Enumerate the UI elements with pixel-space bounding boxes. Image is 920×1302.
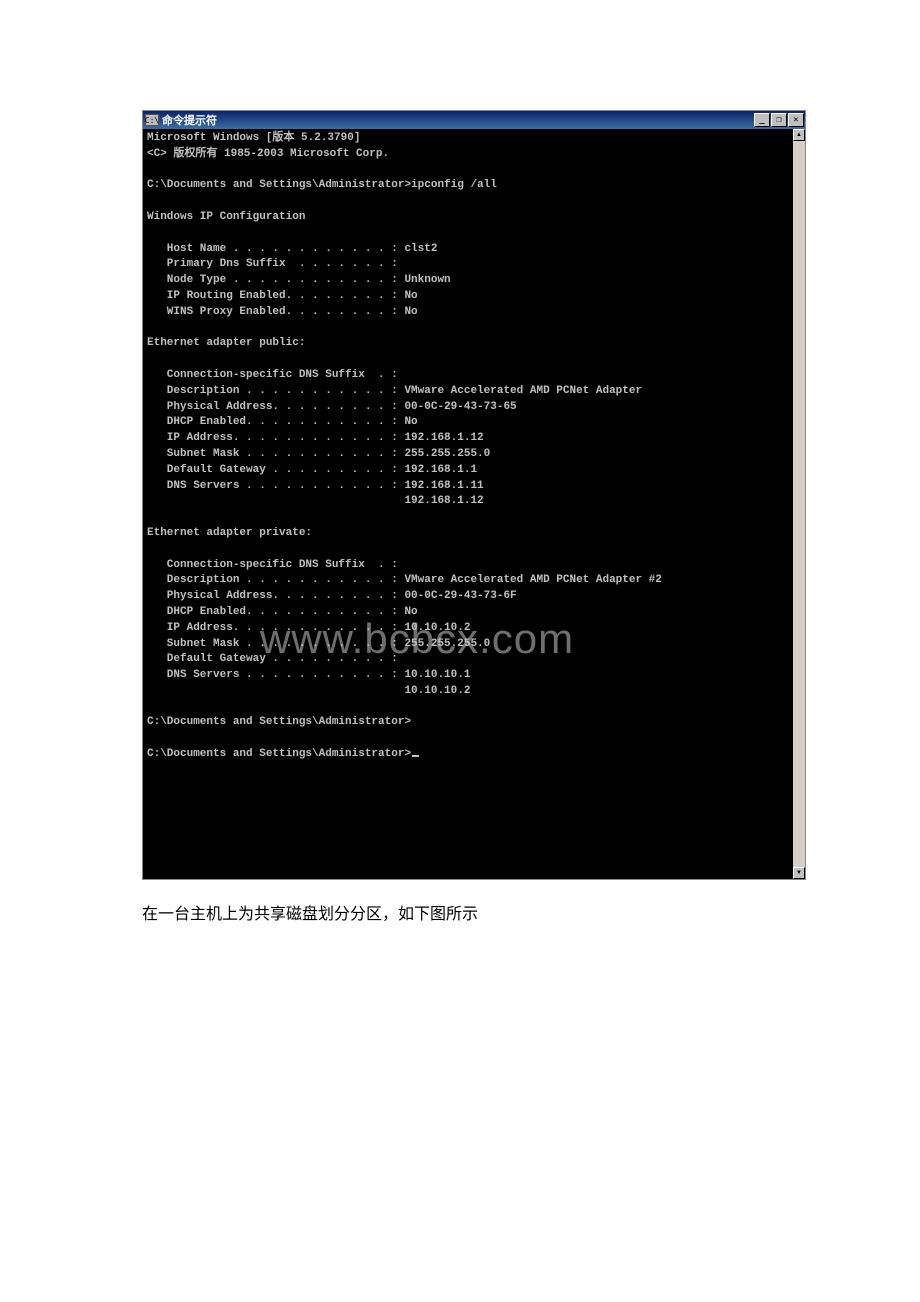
- os-version-line: Microsoft Windows [版本 5.2.3790]: [147, 132, 360, 144]
- ip-routing-line: IP Routing Enabled. . . . . . . . : No: [147, 290, 418, 302]
- ipconfig-header: Windows IP Configuration: [147, 211, 305, 223]
- scroll-up-button[interactable]: ▲: [793, 129, 805, 141]
- command-prompt-window: C:\ 命令提示符 _ ❐ ✕ Microsoft Windows [版本 5.…: [142, 110, 806, 880]
- adapter1-dhcp: DHCP Enabled. . . . . . . . . . . : No: [147, 416, 418, 428]
- window-title: 命令提示符: [162, 112, 753, 128]
- window-controls: _ ❐ ✕: [753, 113, 804, 127]
- terminal-output[interactable]: Microsoft Windows [版本 5.2.3790] <C> 版权所有…: [143, 129, 793, 879]
- adapter-public-header: Ethernet adapter public:: [147, 337, 305, 349]
- adapter2-gateway: Default Gateway . . . . . . . . . :: [147, 653, 398, 665]
- primary-dns-suffix-line: Primary Dns Suffix . . . . . . . :: [147, 258, 398, 270]
- titlebar[interactable]: C:\ 命令提示符 _ ❐ ✕: [143, 111, 805, 129]
- cmd-icon: C:\: [145, 114, 159, 126]
- minimize-button[interactable]: _: [754, 113, 770, 127]
- adapter2-dhcp: DHCP Enabled. . . . . . . . . . . : No: [147, 606, 418, 618]
- adapter1-ip-address: IP Address. . . . . . . . . . . . : 192.…: [147, 432, 484, 444]
- close-button[interactable]: ✕: [788, 113, 804, 127]
- scroll-down-button[interactable]: ▼: [793, 867, 805, 879]
- copyright-line: <C> 版权所有 1985-2003 Microsoft Corp.: [147, 148, 389, 160]
- command-prompt-line: C:\Documents and Settings\Administrator>…: [147, 179, 497, 191]
- adapter2-dns1: DNS Servers . . . . . . . . . . . : 10.1…: [147, 669, 470, 681]
- adapter2-ip-address: IP Address. . . . . . . . . . . . : 10.1…: [147, 622, 470, 634]
- adapter2-physical-address: Physical Address. . . . . . . . . : 00-0…: [147, 590, 517, 602]
- cursor-icon: [412, 755, 419, 757]
- host-name-line: Host Name . . . . . . . . . . . . : clst…: [147, 243, 437, 255]
- adapter2-dns2: 10.10.10.2: [147, 685, 470, 697]
- adapter1-gateway: Default Gateway . . . . . . . . . : 192.…: [147, 464, 477, 476]
- document-caption: 在一台主机上为共享磁盘划分分区，如下图所示: [142, 900, 478, 924]
- adapter1-dns-suffix: Connection-specific DNS Suffix . :: [147, 369, 398, 381]
- adapter2-dns-suffix: Connection-specific DNS Suffix . :: [147, 559, 398, 571]
- adapter-private-header: Ethernet adapter private:: [147, 527, 312, 539]
- command-prompt-line: C:\Documents and Settings\Administrator>: [147, 716, 411, 728]
- adapter2-description: Description . . . . . . . . . . . : VMwa…: [147, 574, 662, 586]
- vertical-scrollbar[interactable]: ▲ ▼: [793, 129, 805, 879]
- scroll-track[interactable]: [793, 141, 805, 867]
- adapter1-dns2: 192.168.1.12: [147, 495, 484, 507]
- maximize-button[interactable]: ❐: [771, 113, 787, 127]
- adapter2-subnet-mask: Subnet Mask . . . . . . . . . . . : 255.…: [147, 638, 490, 650]
- command-prompt-line: C:\Documents and Settings\Administrator>: [147, 748, 411, 760]
- adapter1-dns1: DNS Servers . . . . . . . . . . . : 192.…: [147, 480, 484, 492]
- wins-proxy-line: WINS Proxy Enabled. . . . . . . . : No: [147, 306, 418, 318]
- adapter1-physical-address: Physical Address. . . . . . . . . : 00-0…: [147, 401, 517, 413]
- adapter1-subnet-mask: Subnet Mask . . . . . . . . . . . : 255.…: [147, 448, 490, 460]
- node-type-line: Node Type . . . . . . . . . . . . : Unkn…: [147, 274, 451, 286]
- adapter1-description: Description . . . . . . . . . . . : VMwa…: [147, 385, 642, 397]
